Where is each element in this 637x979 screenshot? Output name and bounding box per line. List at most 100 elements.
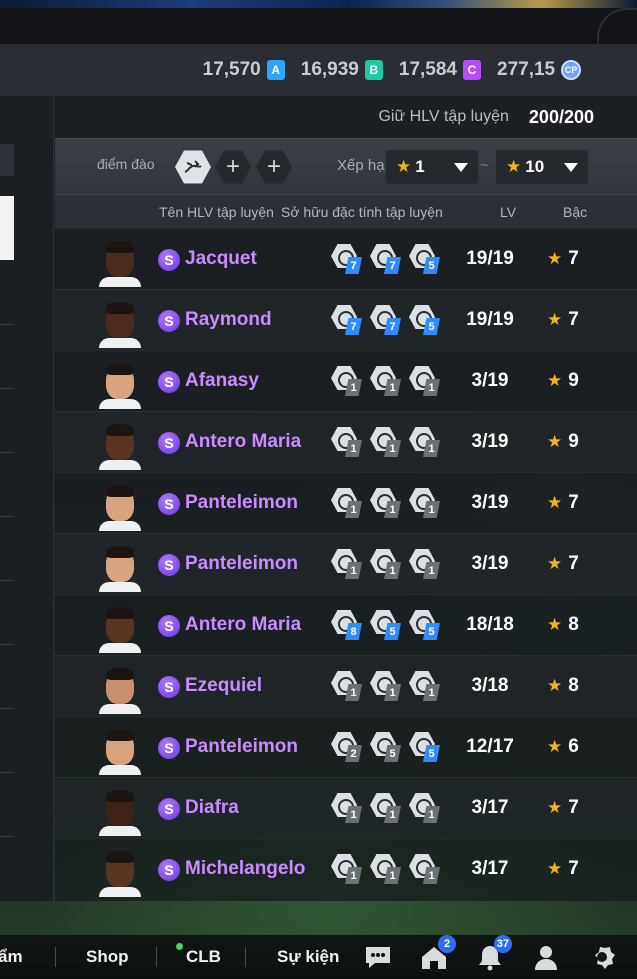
add-filter-button-2[interactable]: + (256, 150, 292, 184)
trait-icon[interactable]: 1 (370, 792, 404, 824)
home-icon[interactable]: 2 (418, 935, 456, 973)
star-icon: ★ (396, 157, 412, 176)
s-rank-icon: S (158, 737, 180, 759)
trait-icon[interactable]: 1 (409, 548, 443, 580)
s-rank-icon: S (158, 371, 180, 393)
trait-icon[interactable]: 1 (409, 426, 443, 458)
rank-to-select[interactable]: ★ 10 (496, 150, 588, 184)
trait-icon[interactable]: 1 (370, 426, 404, 458)
coin-icon: CP (561, 60, 581, 80)
trait-icon[interactable]: 1 (409, 792, 443, 824)
star-icon: ★ (547, 859, 563, 878)
star-icon: ★ (547, 371, 563, 390)
currency-bar: 17,570 A 16,939 B 17,584 C 277,15 CP (0, 44, 637, 96)
gear-icon[interactable] (586, 941, 618, 973)
coach-row[interactable]: S Antero Maria 1 1 1 3/19 ★ 9 (55, 411, 637, 472)
star-icon: ★ (547, 737, 563, 756)
chevron-down-icon (454, 162, 468, 172)
trait-icon[interactable]: 1 (409, 487, 443, 519)
training-trait-filter-icon[interactable] (175, 150, 211, 184)
nav-item-clb[interactable]: CLB (186, 947, 221, 967)
coach-name: Panteleimon (185, 492, 298, 513)
add-filter-button[interactable]: + (215, 150, 251, 184)
trait-icon[interactable]: 1 (370, 853, 404, 885)
col-traits[interactable]: Sở hữu đặc tính tập luyện (281, 204, 443, 220)
trait-icon[interactable]: 1 (409, 670, 443, 702)
nav-item-partial[interactable]: ẩm (0, 947, 23, 967)
trait-icon[interactable]: 1 (370, 365, 404, 397)
coach-row[interactable]: S Michelangelo 1 1 1 3/17 ★ 7 (55, 838, 637, 899)
col-grade[interactable]: Bậc (563, 204, 587, 220)
trait-icon[interactable]: 2 (331, 731, 365, 763)
trait-icon[interactable]: 5 (370, 731, 404, 763)
currency-c-icon: C (463, 60, 481, 80)
coach-row[interactable]: S Panteleimon 1 1 1 3/19 ★ 7 (55, 472, 637, 533)
nav-item-shop[interactable]: Shop (86, 947, 129, 967)
coach-level: 3/19 (471, 553, 509, 574)
bell-icon[interactable]: 37 (474, 935, 512, 973)
trait-icon[interactable]: 5 (370, 609, 404, 641)
trait-icon[interactable]: 5 (409, 304, 443, 336)
top-banner-strip (0, 0, 637, 8)
left-card[interactable] (0, 196, 14, 260)
bottom-nav: ẩm Shop CLB Sự kiện 2 37 (0, 935, 637, 979)
trait-icon[interactable]: 1 (370, 487, 404, 519)
profile-icon[interactable] (530, 941, 562, 973)
coach-level: 19/19 (466, 309, 514, 330)
coach-avatar (99, 542, 141, 592)
coach-level: 3/19 (471, 492, 509, 513)
trait-icon[interactable]: 7 (370, 243, 404, 275)
trait-icon[interactable]: 1 (331, 548, 365, 580)
coach-row[interactable]: S Afanasy 1 1 1 3/19 ★ 9 (55, 350, 637, 411)
trait-icon[interactable]: 1 (331, 670, 365, 702)
coach-avatar (99, 603, 141, 653)
trait-icon[interactable]: 1 (331, 426, 365, 458)
s-rank-icon: S (158, 493, 180, 515)
coach-name: Panteleimon (185, 736, 298, 757)
star-icon: ★ (547, 798, 563, 817)
star-icon: ★ (547, 249, 563, 268)
trait-icon[interactable]: 7 (331, 304, 365, 336)
trait-icon[interactable]: 1 (409, 853, 443, 885)
coach-row[interactable]: S Diafra 1 1 1 3/17 ★ 7 (55, 777, 637, 838)
filter-bar: điểm đào + + Xếp hạ ★ 1 ~ ★ 10 (55, 138, 637, 194)
left-tab[interactable] (0, 144, 14, 176)
currency-c: 17,584 C (399, 59, 481, 81)
trait-icon[interactable]: 1 (331, 365, 365, 397)
nav-item-events[interactable]: Sự kiện (277, 947, 339, 967)
coach-avatar (99, 481, 141, 531)
trait-icon[interactable]: 8 (331, 609, 365, 641)
coach-row[interactable]: S Antero Maria 8 5 5 18/18 ★ 8 (55, 594, 637, 655)
col-lv[interactable]: LV (500, 204, 516, 220)
rank-from-select[interactable]: ★ 1 (386, 150, 478, 184)
coach-grade: ★ 7 (547, 492, 579, 513)
trait-icon[interactable]: 5 (409, 609, 443, 641)
trait-icon[interactable]: 1 (331, 853, 365, 885)
coach-avatar (99, 420, 141, 470)
coach-row[interactable]: S Jacquet 7 7 5 19/19 ★ 7 (55, 228, 637, 289)
coach-grade: ★ 6 (547, 736, 579, 757)
star-icon: ★ (547, 432, 563, 451)
trait-icon[interactable]: 1 (331, 792, 365, 824)
trait-icon[interactable]: 7 (370, 304, 404, 336)
trait-icon[interactable]: 7 (331, 243, 365, 275)
coach-row[interactable]: S Panteleimon 1 1 1 3/19 ★ 7 (55, 533, 637, 594)
s-rank-icon: S (158, 859, 180, 881)
trait-icon[interactable]: 1 (409, 365, 443, 397)
col-name[interactable]: Tên HLV tập luyện (159, 204, 274, 220)
s-rank-icon: S (158, 798, 180, 820)
trait-icon[interactable]: 5 (409, 731, 443, 763)
coach-row[interactable]: S Raymond 7 7 5 19/19 ★ 7 (55, 289, 637, 350)
coach-row[interactable]: S Ezequiel 1 1 1 3/18 ★ 8 (55, 655, 637, 716)
trait-icon[interactable]: 1 (331, 487, 365, 519)
star-icon: ★ (547, 310, 563, 329)
trait-icon[interactable]: 1 (370, 548, 404, 580)
trait-icon[interactable]: 5 (409, 243, 443, 275)
coach-row[interactable]: S Panteleimon 2 5 5 12/17 ★ 6 (55, 716, 637, 777)
currency-b-icon: B (364, 60, 383, 80)
coach-avatar (99, 847, 141, 897)
chat-icon[interactable] (362, 941, 394, 973)
trait-icon[interactable]: 1 (370, 670, 404, 702)
table-header: Tên HLV tập luyện Sở hữu đặc tính tập lu… (55, 194, 637, 228)
coach-level: 19/19 (466, 248, 514, 269)
